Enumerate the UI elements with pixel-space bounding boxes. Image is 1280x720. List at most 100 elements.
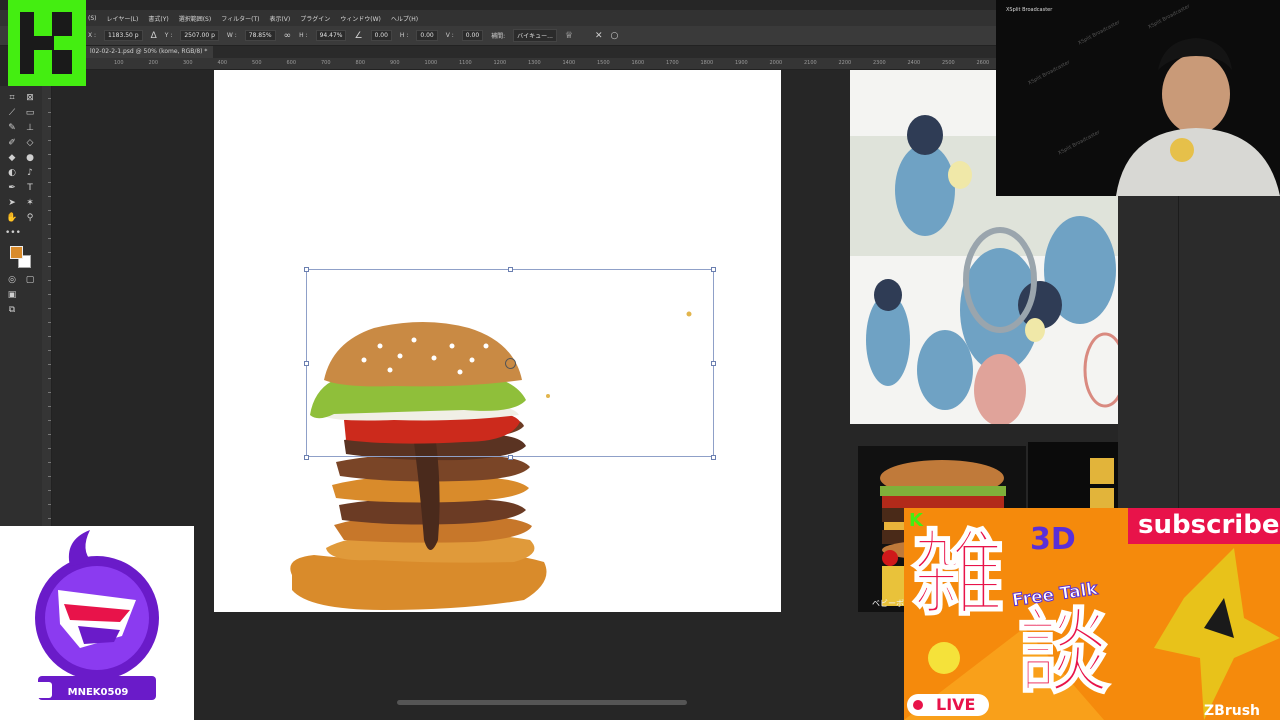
height-field[interactable]: 94.47% — [315, 30, 347, 41]
crop-icon[interactable]: ⌗ — [5, 92, 19, 104]
quick-mask-icon[interactable]: ◎ — [5, 274, 19, 286]
transform-handle-bottom-left[interactable] — [304, 455, 309, 460]
clone-stamp-icon[interactable]: ⊥ — [23, 122, 37, 134]
healing-brush-icon[interactable]: ▭ — [23, 107, 37, 119]
zoom-icon[interactable]: ⚲ — [23, 212, 37, 224]
hskew-label: H : — [399, 32, 409, 39]
horizontal-ruler: 100 200 300 400 500 600 700 800 900 1000 1100 1200 1… — [84, 58, 996, 70]
y-label: Y : — [164, 32, 173, 39]
eyedropper-icon[interactable]: ⟋ — [5, 107, 19, 119]
paint-bucket-icon[interactable]: ◆ — [5, 152, 19, 164]
horizontal-scrollbar[interactable] — [397, 700, 687, 705]
reference-point-icon[interactable] — [505, 358, 516, 369]
transform-handle-right[interactable] — [711, 361, 716, 366]
live-label: LIVE — [936, 695, 976, 714]
link-icon[interactable]: ∞ — [284, 31, 292, 41]
transform-handle-bottom[interactable] — [508, 455, 513, 460]
type-icon[interactable]: T — [23, 182, 37, 194]
ruler-tick-label: 1900 — [735, 60, 748, 66]
ruler-tick-label: 1300 — [528, 60, 541, 66]
x-label: X : — [88, 32, 97, 39]
ruler-tick-label: 2500 — [942, 60, 955, 66]
ruler-tick-label: 1600 — [631, 60, 645, 66]
menu-item-type[interactable]: 書式(Y) — [148, 14, 168, 23]
angle-icon: ∠ — [354, 30, 363, 41]
menu-item-selection[interactable]: 選択範囲(S) — [179, 14, 212, 23]
h-label: H : — [299, 32, 308, 39]
delta-icon: Δ — [150, 30, 157, 41]
menu-item-filter[interactable]: フィルター(T) — [221, 14, 259, 23]
x-field[interactable]: 1183.50 p — [104, 30, 143, 41]
transform-handle-top-right[interactable] — [711, 267, 716, 272]
smudge-icon[interactable]: ♪ — [23, 167, 37, 179]
commit-transform-icon[interactable]: ○ — [611, 31, 619, 41]
ruler-tick-label: 1100 — [459, 60, 472, 66]
warp-icon[interactable]: ♕ — [565, 31, 573, 41]
thumbnail-3d-tag: 3D — [1030, 522, 1076, 557]
transform-handle-bottom-right[interactable] — [711, 455, 716, 460]
menu-item-layer[interactable]: レイヤー(L) — [107, 14, 139, 23]
menu-item-help[interactable]: ヘルプ(H) — [391, 14, 418, 23]
menu-item-window[interactable]: ウィンドウ(W) — [340, 14, 381, 23]
eraser-icon[interactable]: ◇ — [23, 137, 37, 149]
foreground-color-swatch-top[interactable] — [10, 246, 23, 259]
cancel-transform-icon[interactable]: ✕ — [595, 31, 603, 41]
menu-item-view[interactable]: 表示(V) — [269, 14, 290, 23]
w-label: W : — [226, 32, 237, 39]
book-cover-art — [1028, 442, 1118, 512]
dodge-icon[interactable]: ◐ — [5, 167, 19, 179]
shape-icon[interactable]: ✶ — [23, 197, 37, 209]
ruler-tick-label: 1400 — [562, 60, 576, 66]
streamer-silhouette — [1116, 38, 1280, 196]
ruler-tick-label: 1500 — [597, 60, 610, 66]
hskew-field[interactable]: 0.00 — [416, 30, 438, 41]
vskew-label: V : — [445, 32, 454, 39]
ruler-tick-label: 2200 — [838, 60, 852, 66]
subscribe-banner[interactable]: subscribe — [1138, 510, 1279, 540]
screen-mode-icon[interactable]: ▣ — [5, 289, 19, 301]
artboard-icon[interactable]: ▢ — [23, 274, 37, 286]
ruler-tick-label: 400 — [217, 60, 228, 66]
live-dot-icon — [913, 700, 923, 710]
thumbnail-kanji-top: 雑 — [911, 520, 1005, 628]
ruler-tick-label: 900 — [390, 60, 400, 66]
tools-panel: ⌗ ⊠ ⟋ ▭ ✎ ⊥ ✐ ◇ ◆ ● ◐ ♪ ✒ T ➤ ✶ ✋ ⚲ ••• … — [0, 86, 42, 526]
transform-handle-left[interactable] — [304, 361, 309, 366]
k-lower-arm — [52, 50, 72, 74]
brush-icon[interactable]: ✎ — [5, 122, 19, 134]
webcam-feed: XSplit Broadcaster XSplit Broadcaster XS… — [996, 0, 1280, 196]
transform-handle-top-left[interactable] — [304, 267, 309, 272]
extra-tools-icon[interactable]: ⧉ — [5, 304, 19, 316]
ruler-tick-label: 1000 — [424, 60, 438, 66]
k-joint — [34, 36, 54, 50]
ruler-tick-label: 2000 — [769, 60, 783, 66]
pen-icon[interactable]: ✒ — [5, 182, 19, 194]
ruler-tick-label: 2300 — [873, 60, 886, 66]
document-tab-bar: l02-02-2-1.psd @ 50% (kome, RGB/8) * — [84, 46, 996, 58]
menu-item-select[interactable]: (S) — [88, 15, 97, 22]
ruler-tick-label: 700 — [321, 60, 331, 66]
angle-field[interactable]: 0.00 — [370, 30, 392, 41]
width-field[interactable]: 78.85% — [244, 30, 276, 41]
menu-item-plugins[interactable]: プラグイン — [300, 14, 330, 23]
path-selection-icon[interactable]: ➤ — [5, 197, 19, 209]
vskew-field[interactable]: 0.00 — [461, 30, 484, 41]
screen: (S) レイヤー(L) 書式(Y) 選択範囲(S) フィルター(T) 表示(V)… — [0, 0, 1280, 720]
y-field[interactable]: 2507.00 p — [180, 30, 219, 41]
more-tools-icon[interactable]: ••• — [5, 227, 21, 239]
ruler-tick-label: 1200 — [493, 60, 507, 66]
interpolation-label: 補間: — [491, 33, 506, 40]
menu-bar: (S) レイヤー(L) 書式(Y) 選択範囲(S) フィルター(T) 表示(V)… — [0, 10, 996, 26]
history-brush-icon[interactable]: ✐ — [5, 137, 19, 149]
blur-icon[interactable]: ● — [23, 152, 37, 164]
transform-handle-top[interactable] — [508, 267, 513, 272]
transform-options-bar: X : 1183.50 p Δ Y : 2507.00 p W : 78.85%… — [0, 26, 996, 46]
document-tab[interactable]: l02-02-2-1.psd @ 50% (kome, RGB/8) * — [84, 46, 214, 58]
ruler-tick-label: 1800 — [700, 60, 714, 66]
ruler-tick-label: 100 — [114, 60, 124, 66]
interpolation-select[interactable]: バイキュー... — [513, 29, 557, 42]
frame-icon[interactable]: ⊠ — [23, 92, 37, 104]
reference-image-book-cover — [1028, 442, 1118, 512]
hand-icon[interactable]: ✋ — [5, 212, 19, 224]
channel-name: MNEK0509 — [67, 687, 129, 698]
